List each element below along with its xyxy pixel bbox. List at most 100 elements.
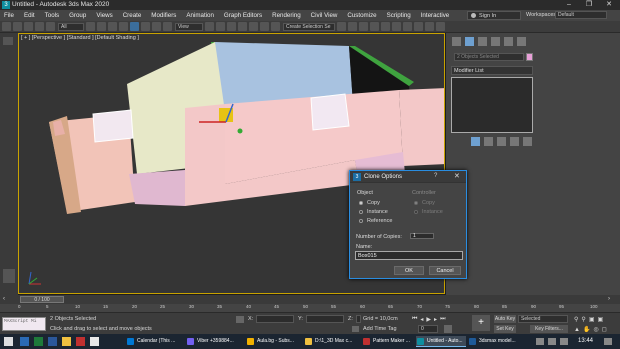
taskbar-item-folder[interactable]: D:\1_3D Max c... [304, 336, 362, 347]
taskbar-item-aula[interactable]: Aula.bg - Subs... [246, 336, 304, 347]
redo-icon[interactable] [13, 22, 22, 31]
menu-edit[interactable]: Edit [24, 12, 35, 19]
key-selection-dropdown[interactable]: Selected [518, 315, 568, 323]
angle-snap-icon[interactable] [238, 22, 247, 31]
pivot-icon[interactable] [205, 22, 214, 31]
cancel-button[interactable]: Cancel [429, 266, 461, 275]
utilities-tab-icon[interactable] [517, 37, 526, 46]
orbit-icon[interactable]: ◎ [593, 326, 598, 333]
current-frame-field[interactable]: 0 [418, 325, 438, 333]
pan-icon[interactable]: ✋ [583, 326, 590, 333]
time-config-icon[interactable] [444, 325, 452, 333]
start-icon[interactable] [4, 337, 13, 346]
radio-object-copy[interactable]: Copy [359, 200, 380, 206]
select-object-icon[interactable] [86, 22, 95, 31]
sign-in-button[interactable]: Sign In [467, 11, 521, 20]
taskbar-item-viber[interactable]: Viber +359884... [186, 336, 244, 347]
workspaces-dropdown[interactable]: Default [555, 11, 607, 19]
key-filters-button[interactable]: Key Filters... [530, 325, 568, 333]
set-key-plus-icon[interactable]: + [472, 315, 490, 331]
reference-coord-dropdown[interactable]: View [175, 22, 203, 31]
placement-icon[interactable] [163, 22, 172, 31]
taskbar-item-calendar[interactable]: Calendar (This ... [126, 336, 184, 347]
prev-key-icon[interactable]: ◂ [420, 316, 423, 323]
link-icon[interactable] [24, 22, 33, 31]
viewport-layout-tab-icon[interactable] [3, 269, 15, 283]
modifier-stack[interactable] [451, 77, 533, 133]
edit-named-selections-icon[interactable] [271, 22, 280, 31]
layer-explorer-icon[interactable] [370, 22, 379, 31]
menu-create[interactable]: Create [123, 12, 142, 19]
minimize-icon[interactable]: – [560, 0, 578, 10]
play-icon[interactable]: ▶ [426, 316, 431, 323]
select-by-name-icon[interactable] [97, 22, 106, 31]
clone-name-input[interactable]: Box015 [355, 251, 463, 260]
word-icon[interactable] [48, 337, 57, 346]
pin-stack-icon[interactable] [471, 137, 480, 146]
help-button[interactable]: ? [434, 173, 437, 179]
unlink-icon[interactable] [35, 22, 44, 31]
selection-filter-dropdown[interactable]: All [58, 22, 84, 31]
hierarchy-tab-icon[interactable] [478, 37, 487, 46]
show-end-result-icon[interactable] [484, 137, 493, 146]
taskbar-item-pattern-maker[interactable]: Pattern Maker ... [362, 336, 414, 347]
next-frame-icon[interactable]: › [608, 296, 610, 302]
menu-interactive[interactable]: Interactive [421, 12, 450, 19]
zoom-icon[interactable]: ⚲ [574, 316, 578, 323]
network-icon[interactable] [548, 338, 556, 345]
menu-customize[interactable]: Customize [347, 12, 376, 19]
excel-icon[interactable] [34, 337, 43, 346]
scene-explorer-icon[interactable] [359, 22, 368, 31]
auto-key-button[interactable]: Auto Key [494, 315, 516, 323]
snaps-toggle-icon[interactable] [227, 22, 236, 31]
keyboard-shortcut-icon[interactable] [216, 22, 225, 31]
app-icon-white[interactable] [90, 337, 99, 346]
create-tab-icon[interactable] [452, 37, 461, 46]
ok-button[interactable]: OK [394, 266, 424, 275]
menu-rendering[interactable]: Rendering [272, 12, 301, 19]
menu-animation[interactable]: Animation [186, 12, 214, 19]
maxscript-listener[interactable]: MAXScript Mi [2, 317, 46, 331]
bind-spacewarp-icon[interactable] [46, 22, 55, 31]
taskbar-item-3dsmax-model[interactable]: 3dsmax model... [468, 336, 526, 347]
select-move-icon[interactable] [130, 22, 139, 31]
dialog-close-button[interactable]: ✕ [454, 172, 460, 180]
schematic-view-icon[interactable] [392, 22, 401, 31]
radio-object-instance[interactable]: Instance [359, 209, 388, 215]
mirror-icon[interactable] [337, 22, 346, 31]
maximize-viewport-icon[interactable]: ◻ [602, 326, 607, 333]
remove-modifier-icon[interactable] [510, 137, 519, 146]
taskbar-item-3dsmax[interactable]: Untitled - Auto... [416, 336, 466, 347]
window-crossing-icon[interactable] [119, 22, 128, 31]
render-production-icon[interactable] [436, 22, 445, 31]
material-editor-icon[interactable] [403, 22, 412, 31]
modifier-list-dropdown[interactable]: Modifier List [451, 66, 533, 75]
menu-graph-editors[interactable]: Graph Editors [224, 12, 262, 19]
y-coord-field[interactable] [306, 315, 344, 323]
go-to-start-icon[interactable]: ⏮ [412, 316, 417, 323]
rect-selection-icon[interactable] [108, 22, 117, 31]
time-tag-icon[interactable] [352, 326, 359, 332]
time-slider[interactable]: 0 / 100 ‹ › [0, 295, 620, 304]
close-icon[interactable]: ✕ [600, 0, 618, 10]
zoom-extents-all-icon[interactable]: ▣ [597, 316, 603, 323]
undo-icon[interactable] [2, 22, 11, 31]
add-time-tag[interactable]: Add Time Tag [363, 326, 397, 332]
track-bar[interactable]: 0 5 10 15 20 25 30 35 40 45 50 55 60 65 … [0, 304, 620, 312]
menu-civil-view[interactable]: Civil View [311, 12, 338, 19]
volume-icon[interactable] [560, 338, 568, 345]
viewport-label[interactable]: [ + ] [Perspective ] [Standard ] [Defaul… [21, 35, 139, 41]
x-coord-field[interactable] [256, 315, 294, 323]
object-name-field[interactable]: 2 Objects Selected [454, 53, 524, 61]
curve-editor-icon[interactable] [381, 22, 390, 31]
copies-spinner[interactable]: 1 [410, 233, 434, 239]
maximize-icon[interactable]: ❐ [580, 0, 598, 10]
menu-group[interactable]: Group [69, 12, 86, 19]
fov-icon[interactable]: ▲ [574, 327, 580, 333]
tray-chevron-icon[interactable] [536, 338, 544, 345]
next-key-icon[interactable]: ▸ [434, 316, 437, 323]
notifications-icon[interactable] [604, 338, 612, 345]
motion-tab-icon[interactable] [491, 37, 500, 46]
menu-scripting[interactable]: Scripting [387, 12, 411, 19]
object-color-swatch[interactable] [526, 53, 533, 61]
